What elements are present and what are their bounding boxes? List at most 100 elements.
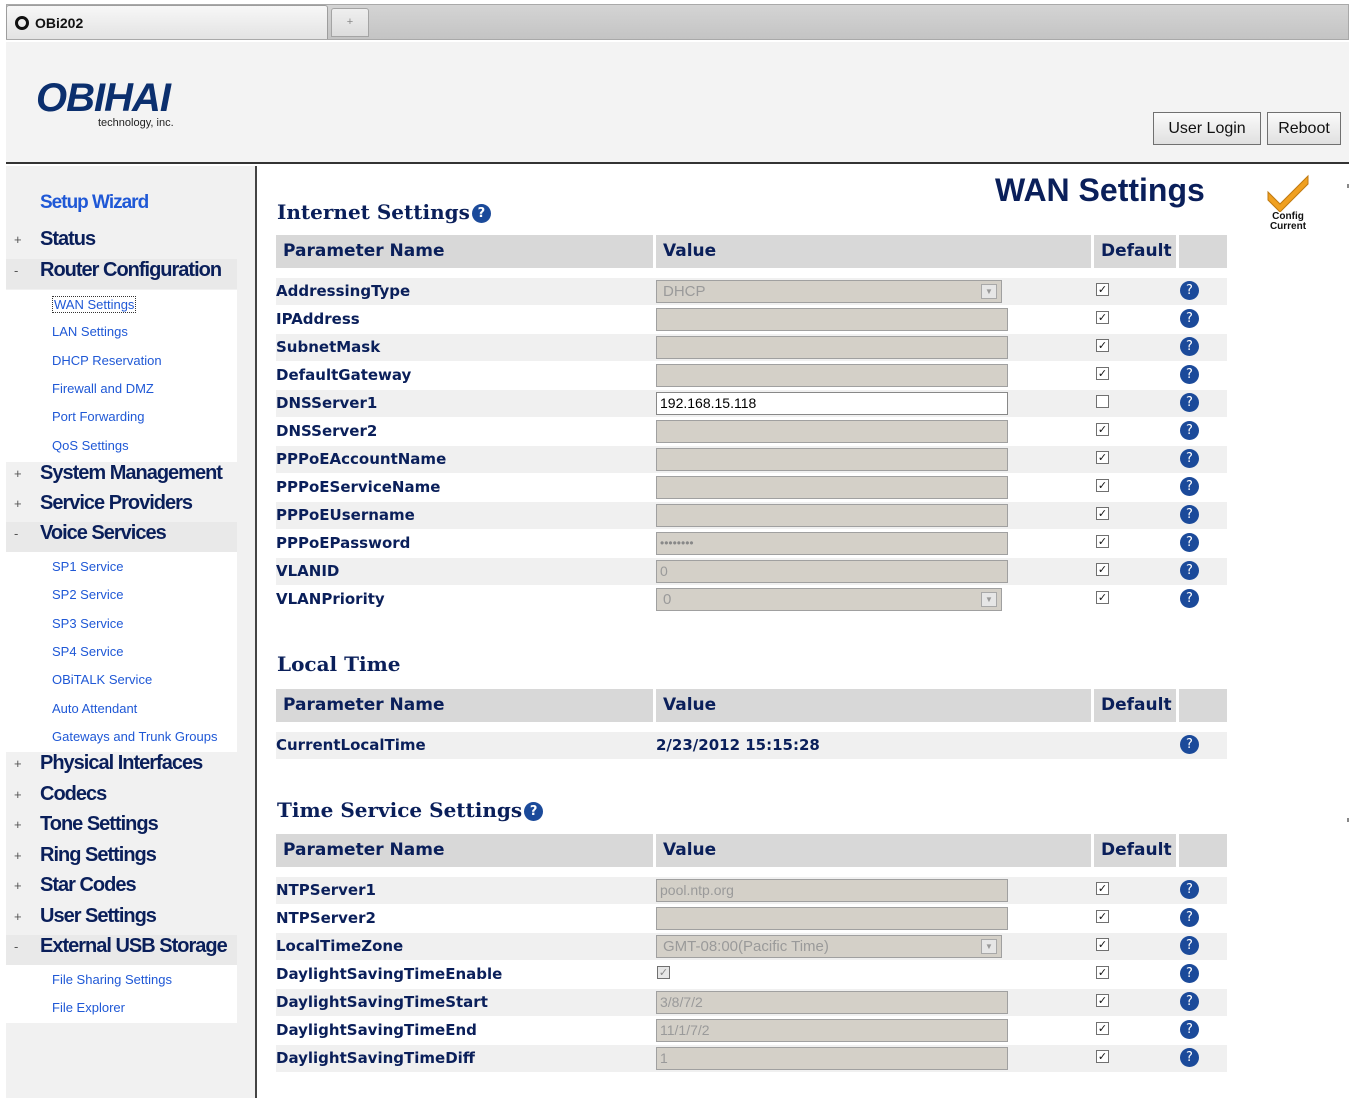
sidebar-item-dhcp-reservation[interactable]: DHCP Reservation	[52, 353, 162, 368]
expand-icon[interactable]: +	[14, 848, 22, 863]
help-icon[interactable]: ?	[1180, 992, 1199, 1011]
help-icon[interactable]: ?	[1180, 393, 1199, 412]
help-icon[interactable]: ?	[1180, 561, 1199, 580]
expand-icon[interactable]: +	[14, 466, 22, 481]
sidebar-item-wan-settings[interactable]: WAN Settings	[52, 296, 137, 313]
sidebar-item-sp3-service[interactable]: SP3 Service	[52, 616, 124, 631]
value-select[interactable]: DHCP ▼	[656, 280, 1002, 303]
default-checkbox[interactable]: ✓	[1096, 563, 1109, 576]
sidebar-item-service-providers[interactable]: + Service Providers	[6, 492, 237, 522]
default-checkbox[interactable]: ✓	[1096, 938, 1109, 951]
help-icon[interactable]: ?	[524, 802, 544, 821]
value-input[interactable]: 192.168.15.118	[656, 392, 1008, 415]
default-checkbox[interactable]: ✓	[1096, 966, 1109, 979]
sidebar-item-tone-settings[interactable]: + Tone Settings	[6, 813, 237, 843]
value-input[interactable]	[656, 336, 1008, 359]
dropdown-arrow-icon[interactable]: ▼	[981, 592, 997, 607]
help-icon[interactable]: ?	[1180, 936, 1199, 955]
expand-icon[interactable]: +	[14, 878, 22, 893]
sidebar-item-ring-settings[interactable]: + Ring Settings	[6, 844, 237, 874]
help-icon[interactable]: ?	[1180, 309, 1199, 328]
help-icon[interactable]: ?	[1180, 449, 1199, 468]
dropdown-arrow-icon[interactable]: ▼	[981, 284, 997, 299]
sidebar-item-star-codes[interactable]: + Star Codes	[6, 874, 237, 904]
sidebar-item-codecs[interactable]: + Codecs	[6, 783, 237, 813]
expand-icon[interactable]: +	[14, 909, 22, 924]
sidebar-item-user-settings[interactable]: + User Settings	[6, 905, 237, 935]
help-icon[interactable]: ?	[1180, 421, 1199, 440]
help-icon[interactable]: ?	[1180, 1048, 1199, 1067]
expand-icon[interactable]: +	[14, 756, 22, 771]
default-checkbox[interactable]: ✓	[1096, 311, 1109, 324]
default-checkbox[interactable]: ✓	[1096, 535, 1109, 548]
help-icon[interactable]: ?	[1180, 735, 1199, 754]
sidebar-item-sp4-service[interactable]: SP4 Service	[52, 644, 124, 659]
help-icon[interactable]: ?	[1180, 964, 1199, 983]
value-select[interactable]: 0 ▼	[656, 588, 1002, 611]
expand-icon[interactable]: +	[14, 232, 22, 247]
default-checkbox[interactable]	[1096, 395, 1109, 408]
value-input[interactable]: 1	[656, 1047, 1008, 1070]
default-checkbox[interactable]: ✓	[1096, 451, 1109, 464]
sidebar-item-external-usb-storage[interactable]: - External USB Storage	[6, 935, 237, 965]
collapse-icon[interactable]: -	[14, 263, 18, 278]
value-input[interactable]: pool.ntp.org	[656, 879, 1008, 902]
sidebar-item-status[interactable]: + Status	[6, 228, 237, 258]
default-checkbox[interactable]: ✓	[1096, 882, 1109, 895]
sidebar-item-gateways-trunk-groups[interactable]: Gateways and Trunk Groups	[52, 729, 217, 744]
expand-icon[interactable]: +	[14, 496, 22, 511]
value-input[interactable]: 0	[656, 560, 1008, 583]
help-icon[interactable]: ?	[1180, 908, 1199, 927]
sidebar-item-obitalk-service[interactable]: OBiTALK Service	[52, 672, 152, 687]
sidebar-item-file-explorer[interactable]: File Explorer	[52, 1000, 125, 1015]
sidebar-item-voice-services[interactable]: - Voice Services	[6, 522, 237, 552]
user-login-button[interactable]: User Login	[1153, 112, 1261, 145]
expand-icon[interactable]: +	[14, 787, 22, 802]
help-icon[interactable]: ?	[1180, 533, 1199, 552]
sidebar-item-lan-settings[interactable]: LAN Settings	[52, 324, 128, 339]
sidebar-item-port-forwarding[interactable]: Port Forwarding	[52, 409, 144, 424]
value-input[interactable]: 11/1/7/2	[656, 1019, 1008, 1042]
help-icon[interactable]: ?	[1180, 880, 1199, 899]
help-icon[interactable]: ?	[1180, 477, 1199, 496]
sidebar-item-file-sharing-settings[interactable]: File Sharing Settings	[52, 972, 172, 987]
value-input[interactable]	[656, 448, 1008, 471]
help-icon[interactable]: ?	[1180, 337, 1199, 356]
sidebar-item-router-configuration[interactable]: - Router Configuration	[6, 259, 237, 289]
value-input[interactable]	[656, 308, 1008, 331]
setup-wizard-link[interactable]: Setup Wizard	[40, 192, 149, 214]
sidebar-item-qos-settings[interactable]: QoS Settings	[52, 438, 129, 453]
default-checkbox[interactable]: ✓	[1096, 994, 1109, 1007]
value-input[interactable]	[656, 476, 1008, 499]
value-input[interactable]	[656, 364, 1008, 387]
new-tab-button[interactable]: +	[331, 8, 369, 37]
expand-icon[interactable]: +	[14, 817, 22, 832]
default-checkbox[interactable]: ✓	[1096, 339, 1109, 352]
help-icon[interactable]: ?	[1180, 1020, 1199, 1039]
sidebar-item-physical-interfaces[interactable]: + Physical Interfaces	[6, 752, 237, 782]
help-icon[interactable]: ?	[1180, 281, 1199, 300]
collapse-icon[interactable]: -	[14, 939, 18, 954]
default-checkbox[interactable]: ✓	[1096, 1022, 1109, 1035]
default-checkbox[interactable]: ✓	[1096, 1050, 1109, 1063]
value-checkbox[interactable]: ✓	[657, 966, 670, 979]
default-checkbox[interactable]: ✓	[1096, 591, 1109, 604]
dropdown-arrow-icon[interactable]: ▼	[981, 939, 997, 954]
sidebar-item-sp1-service[interactable]: SP1 Service	[52, 559, 124, 574]
default-checkbox[interactable]: ✓	[1096, 367, 1109, 380]
sidebar-item-auto-attendant[interactable]: Auto Attendant	[52, 701, 137, 716]
sidebar-item-firewall-dmz[interactable]: Firewall and DMZ	[52, 381, 154, 396]
default-checkbox[interactable]: ✓	[1096, 283, 1109, 296]
reboot-button[interactable]: Reboot	[1267, 112, 1341, 145]
password-field[interactable]: ••••••••	[656, 532, 1008, 555]
value-input[interactable]	[656, 907, 1008, 930]
value-input[interactable]: 3/8/7/2	[656, 991, 1008, 1014]
help-icon[interactable]: ?	[1180, 505, 1199, 524]
value-input[interactable]	[656, 420, 1008, 443]
default-checkbox[interactable]: ✓	[1096, 507, 1109, 520]
default-checkbox[interactable]: ✓	[1096, 910, 1109, 923]
help-icon[interactable]: ?	[471, 204, 491, 223]
value-select[interactable]: GMT-08:00(Pacific Time) ▼	[656, 935, 1002, 958]
help-icon[interactable]: ?	[1180, 589, 1199, 608]
sidebar-item-sp2-service[interactable]: SP2 Service	[52, 587, 124, 602]
